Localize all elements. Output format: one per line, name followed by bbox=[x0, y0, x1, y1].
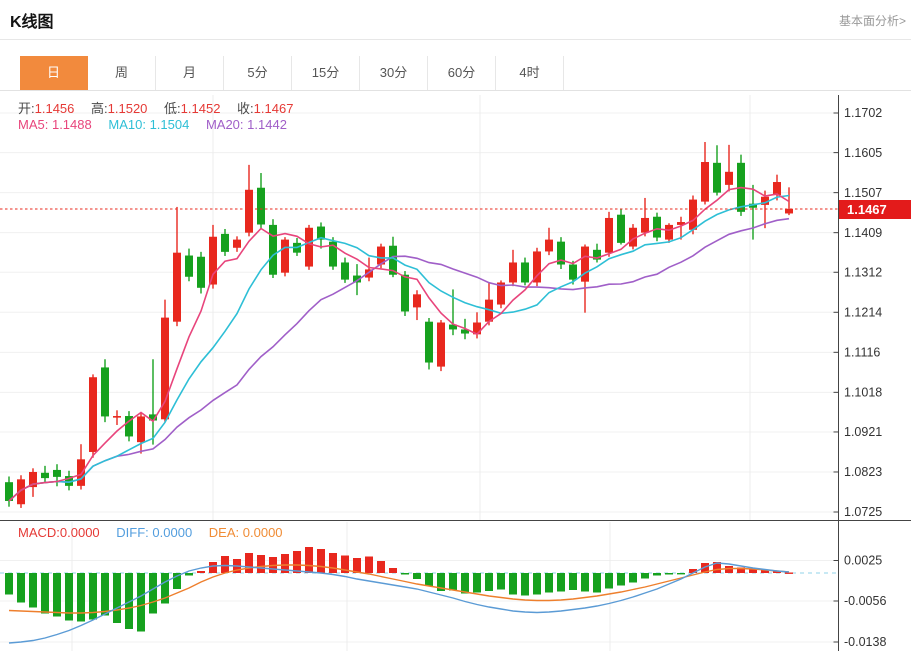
high-value: 1.1520 bbox=[108, 101, 148, 116]
svg-text:-0.0056: -0.0056 bbox=[844, 594, 886, 608]
tab-15min[interactable]: 15分 bbox=[292, 56, 360, 90]
header-divider bbox=[0, 39, 911, 40]
svg-text:1.0823: 1.0823 bbox=[844, 465, 882, 479]
svg-text:1.1605: 1.1605 bbox=[844, 146, 882, 160]
open-label: 开: bbox=[18, 101, 35, 116]
current-price-badge: 1.1467 bbox=[839, 200, 911, 219]
close-value: 1.1467 bbox=[254, 101, 294, 116]
tab-5min[interactable]: 5分 bbox=[224, 56, 292, 90]
svg-text:1.1507: 1.1507 bbox=[844, 186, 882, 200]
svg-text:1.1702: 1.1702 bbox=[844, 106, 882, 120]
tab-month[interactable]: 月 bbox=[156, 56, 224, 90]
svg-text:1.1214: 1.1214 bbox=[844, 305, 882, 319]
tab-60min[interactable]: 60分 bbox=[428, 56, 496, 90]
page-title: K线图 bbox=[10, 8, 54, 32]
tabbar-border bbox=[0, 90, 911, 91]
tab-30min[interactable]: 30分 bbox=[360, 56, 428, 90]
ma10-readout: MA10: 1.1504 bbox=[108, 117, 189, 132]
tab-day[interactable]: 日 bbox=[20, 56, 88, 90]
open-value: 1.1456 bbox=[35, 101, 75, 116]
kline-macd-chart[interactable]: 1.1702 1.1605 1.1507 1.1409 1.1312 1.1214 1.11… bbox=[0, 95, 911, 651]
svg-text:-0.0138: -0.0138 bbox=[844, 635, 886, 649]
svg-text:1.1018: 1.1018 bbox=[844, 386, 882, 400]
svg-text:1.0921: 1.0921 bbox=[844, 425, 882, 439]
diff-value: DIFF: 0.0000 bbox=[116, 525, 192, 540]
interval-tabs: 日 周 月 5分 15分 30分 60分 4时 bbox=[20, 56, 564, 90]
svg-text:1.1409: 1.1409 bbox=[844, 226, 882, 240]
svg-text:1.1312: 1.1312 bbox=[844, 265, 882, 279]
kline-widget: K线图 基本面分析> 日 周 月 5分 15分 30分 60分 4时 1.170… bbox=[0, 0, 911, 651]
svg-text:1.1116: 1.1116 bbox=[844, 346, 880, 360]
dea-value: DEA: 0.0000 bbox=[209, 525, 283, 540]
high-label: 高: bbox=[91, 101, 108, 116]
tab-week[interactable]: 周 bbox=[88, 56, 156, 90]
tab-4hour[interactable]: 4时 bbox=[496, 56, 564, 90]
ohlc-readout: 开:1.1456 高:1.1520 低:1.1452 收:1.1467 bbox=[18, 98, 306, 117]
ma5-readout: MA5: 1.1488 bbox=[18, 117, 92, 132]
ma20-readout: MA20: 1.1442 bbox=[206, 117, 287, 132]
svg-text:0.0025: 0.0025 bbox=[844, 554, 882, 568]
close-label: 收: bbox=[237, 101, 254, 116]
low-value: 1.1452 bbox=[181, 101, 221, 116]
ma-readout: MA5: 1.1488 MA10: 1.1504 MA20: 1.1442 bbox=[18, 117, 287, 132]
macd-readout: MACD:0.0000 DIFF: 0.0000 DEA: 0.0000 bbox=[18, 525, 283, 540]
low-label: 低: bbox=[164, 101, 181, 116]
macd-value: MACD:0.0000 bbox=[18, 525, 100, 540]
svg-text:1.0725: 1.0725 bbox=[844, 505, 882, 519]
fundamental-analysis-link[interactable]: 基本面分析> bbox=[839, 12, 906, 29]
